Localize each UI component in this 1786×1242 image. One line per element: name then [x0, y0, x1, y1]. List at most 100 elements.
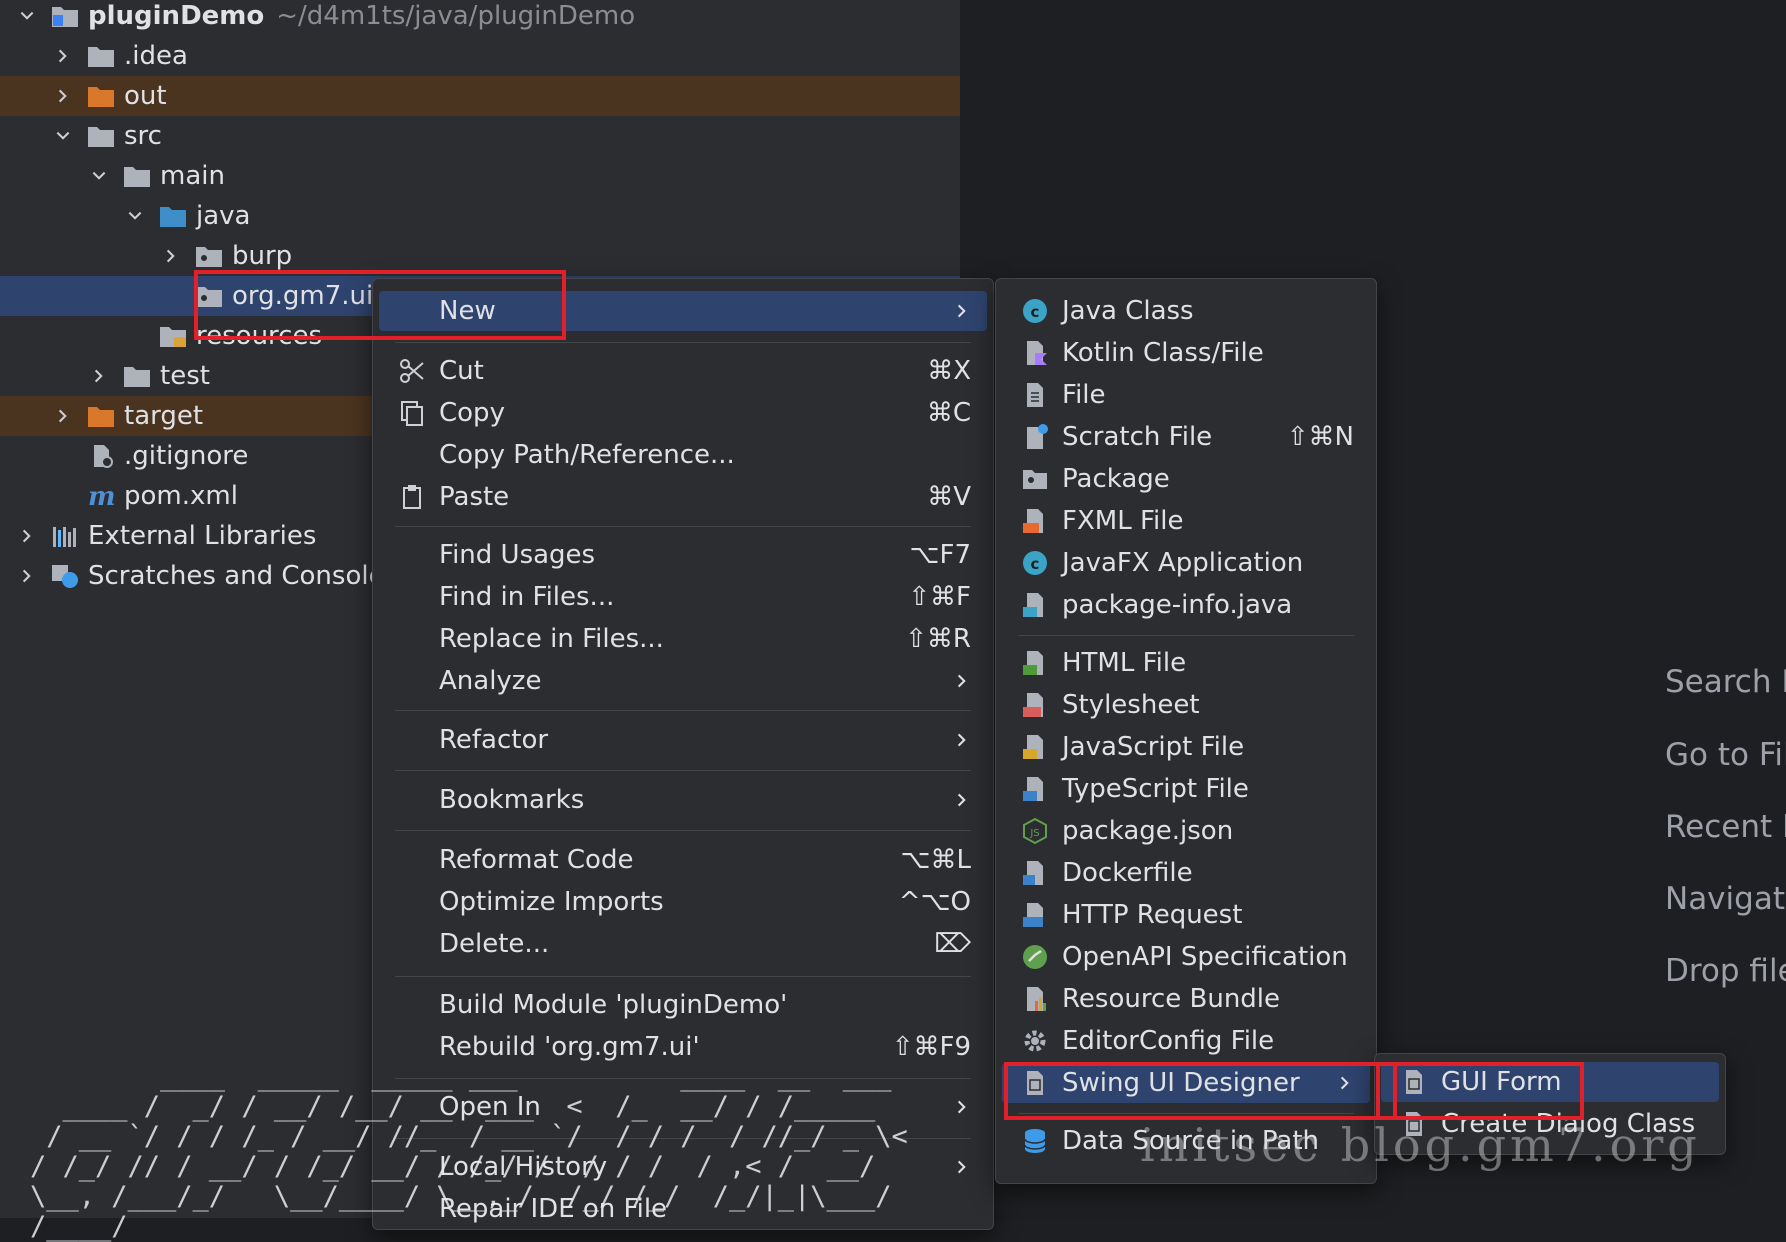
svg-text:c: c: [1031, 303, 1040, 321]
tree-item-plugindemo[interactable]: pluginDemo ~/d4m1ts/java/pluginDemo: [0, 0, 960, 36]
menu-item-reformat-code[interactable]: Reformat Code ⌥⌘L: [379, 840, 987, 880]
menu-item-delete[interactable]: Delete... ⌦: [379, 924, 987, 964]
scratch-file-icon: [1018, 423, 1052, 451]
menu-item-html[interactable]: HTML File: [1002, 643, 1370, 683]
folder-icon: [122, 363, 152, 389]
tree-item-label: .gitignore: [124, 441, 249, 471]
menu-item-stylesheet[interactable]: Stylesheet: [1002, 685, 1370, 725]
menu-item-scratch-file[interactable]: Scratch File ⇧⌘N: [1002, 417, 1370, 457]
menu-item-analyze[interactable]: Analyze: [379, 661, 987, 701]
menu-item-find-in-files[interactable]: Find in Files... ⇧⌘F: [379, 577, 987, 617]
menu-item-package-info[interactable]: package-info.java: [1002, 585, 1370, 625]
chevron-right-icon[interactable]: [14, 523, 40, 549]
menu-item-fxml[interactable]: FXML File: [1002, 501, 1370, 541]
menu-item-gui-form[interactable]: GUI Form: [1381, 1062, 1719, 1102]
tree-item-label: org.gm7.ui: [232, 281, 374, 311]
menu-item-resource-bundle[interactable]: Resource Bundle: [1002, 979, 1370, 1019]
scissors-icon: [395, 357, 429, 385]
package-icon: [1018, 465, 1052, 493]
typescript-file-icon: [1018, 775, 1052, 803]
hint-navigation-bar: Navigati: [1665, 881, 1786, 917]
gear-icon: [1018, 1027, 1052, 1055]
menu-item-file[interactable]: File: [1002, 375, 1370, 415]
svg-text:JS: JS: [1029, 828, 1039, 839]
package-icon: [194, 283, 224, 309]
form-file-icon: [1397, 1068, 1431, 1096]
menu-item-openapi[interactable]: OpenAPI Specification: [1002, 937, 1370, 977]
separator: [395, 770, 971, 771]
menu-item-package-json[interactable]: JS package.json: [1002, 811, 1370, 851]
chevron-down-icon[interactable]: [14, 3, 40, 29]
kotlin-file-icon: [1018, 339, 1052, 367]
tree-item-label: target: [124, 401, 204, 431]
tree-item-label: src: [124, 121, 162, 151]
tree-item-main[interactable]: main: [0, 156, 960, 196]
menu-item-dockerfile[interactable]: Dockerfile: [1002, 853, 1370, 893]
menu-item-replace-in-files[interactable]: Replace in Files... ⇧⌘R: [379, 619, 987, 659]
chevron-right-icon: [953, 302, 971, 320]
tree-item-label: main: [160, 161, 225, 191]
tree-item-burp[interactable]: burp: [0, 236, 960, 276]
menu-item-new[interactable]: New: [379, 291, 987, 331]
hint-drop-files: Drop file: [1665, 953, 1786, 989]
clipboard-icon: [395, 483, 429, 511]
html-file-icon: [1018, 649, 1052, 677]
separator: [1018, 635, 1354, 636]
menu-item-javafx[interactable]: c JavaFX Application: [1002, 543, 1370, 583]
tree-item-label: burp: [232, 241, 293, 271]
menu-item-paste[interactable]: Paste ⌘V: [379, 477, 987, 517]
chevron-right-icon[interactable]: [50, 403, 76, 429]
tree-item-label: Scratches and Consoles: [88, 561, 399, 591]
chevron-right-icon[interactable]: [158, 243, 184, 269]
menu-item-http-request[interactable]: HTTP Request: [1002, 895, 1370, 935]
menu-item-copy[interactable]: Copy ⌘C: [379, 393, 987, 433]
chevron-right-icon: [953, 672, 971, 690]
separator: [395, 710, 971, 711]
tree-item-out[interactable]: out: [0, 76, 960, 116]
maven-icon: m: [86, 483, 116, 509]
tree-item-path: ~/d4m1ts/java/pluginDemo: [276, 1, 636, 31]
menu-item-javascript[interactable]: JavaScript File: [1002, 727, 1370, 767]
chevron-down-icon[interactable]: [122, 203, 148, 229]
form-file-icon: [1018, 1069, 1052, 1097]
menu-item-refactor[interactable]: Refactor: [379, 720, 987, 760]
menu-item-bookmarks[interactable]: Bookmarks: [379, 780, 987, 820]
tree-item-label: resources: [196, 321, 323, 351]
separator: [395, 342, 971, 343]
chevron-right-icon: [1336, 1074, 1354, 1092]
tree-item-java[interactable]: java: [0, 196, 960, 236]
chevron-right-icon[interactable]: [14, 563, 40, 589]
chevron-down-icon[interactable]: [50, 123, 76, 149]
menu-item-cut[interactable]: Cut ⌘X: [379, 351, 987, 391]
menu-item-build-module[interactable]: Build Module 'pluginDemo': [379, 985, 987, 1025]
menu-item-java-class[interactable]: c Java Class: [1002, 291, 1370, 331]
tree-item-src[interactable]: src: [0, 116, 960, 156]
menu-item-editorconfig[interactable]: EditorConfig File: [1002, 1021, 1370, 1061]
chevron-right-icon: [953, 791, 971, 809]
database-icon: [1018, 1127, 1052, 1155]
tree-item-idea[interactable]: .idea: [0, 36, 960, 76]
docker-file-icon: [1018, 859, 1052, 887]
chevron-right-icon[interactable]: [50, 83, 76, 109]
separator: [395, 830, 971, 831]
chevron-down-icon[interactable]: [86, 163, 112, 189]
api-file-icon: [1018, 901, 1052, 929]
tree-item-label: test: [160, 361, 210, 391]
javafx-class-icon: c: [1018, 549, 1052, 577]
menu-item-copy-path[interactable]: Copy Path/Reference...: [379, 435, 987, 475]
menu-item-optimize-imports[interactable]: Optimize Imports ^⌥O: [379, 882, 987, 922]
menu-item-swing-ui-designer[interactable]: Swing UI Designer: [1002, 1063, 1370, 1103]
chevron-right-icon[interactable]: [50, 43, 76, 69]
chevron-right-icon[interactable]: [86, 363, 112, 389]
folder-icon: [122, 163, 152, 189]
menu-item-find-usages[interactable]: Find Usages ⌥F7: [379, 535, 987, 575]
text-watermark: initsec blog.gm7.org: [1140, 1118, 1701, 1172]
menu-item-kotlin[interactable]: Kotlin Class/File: [1002, 333, 1370, 373]
resource-bundle-icon: [1018, 985, 1052, 1013]
menu-item-package[interactable]: Package: [1002, 459, 1370, 499]
copy-icon: [395, 399, 429, 427]
separator: [395, 526, 971, 527]
menu-item-typescript[interactable]: TypeScript File: [1002, 769, 1370, 809]
javascript-file-icon: [1018, 733, 1052, 761]
java-file-icon: [1018, 591, 1052, 619]
